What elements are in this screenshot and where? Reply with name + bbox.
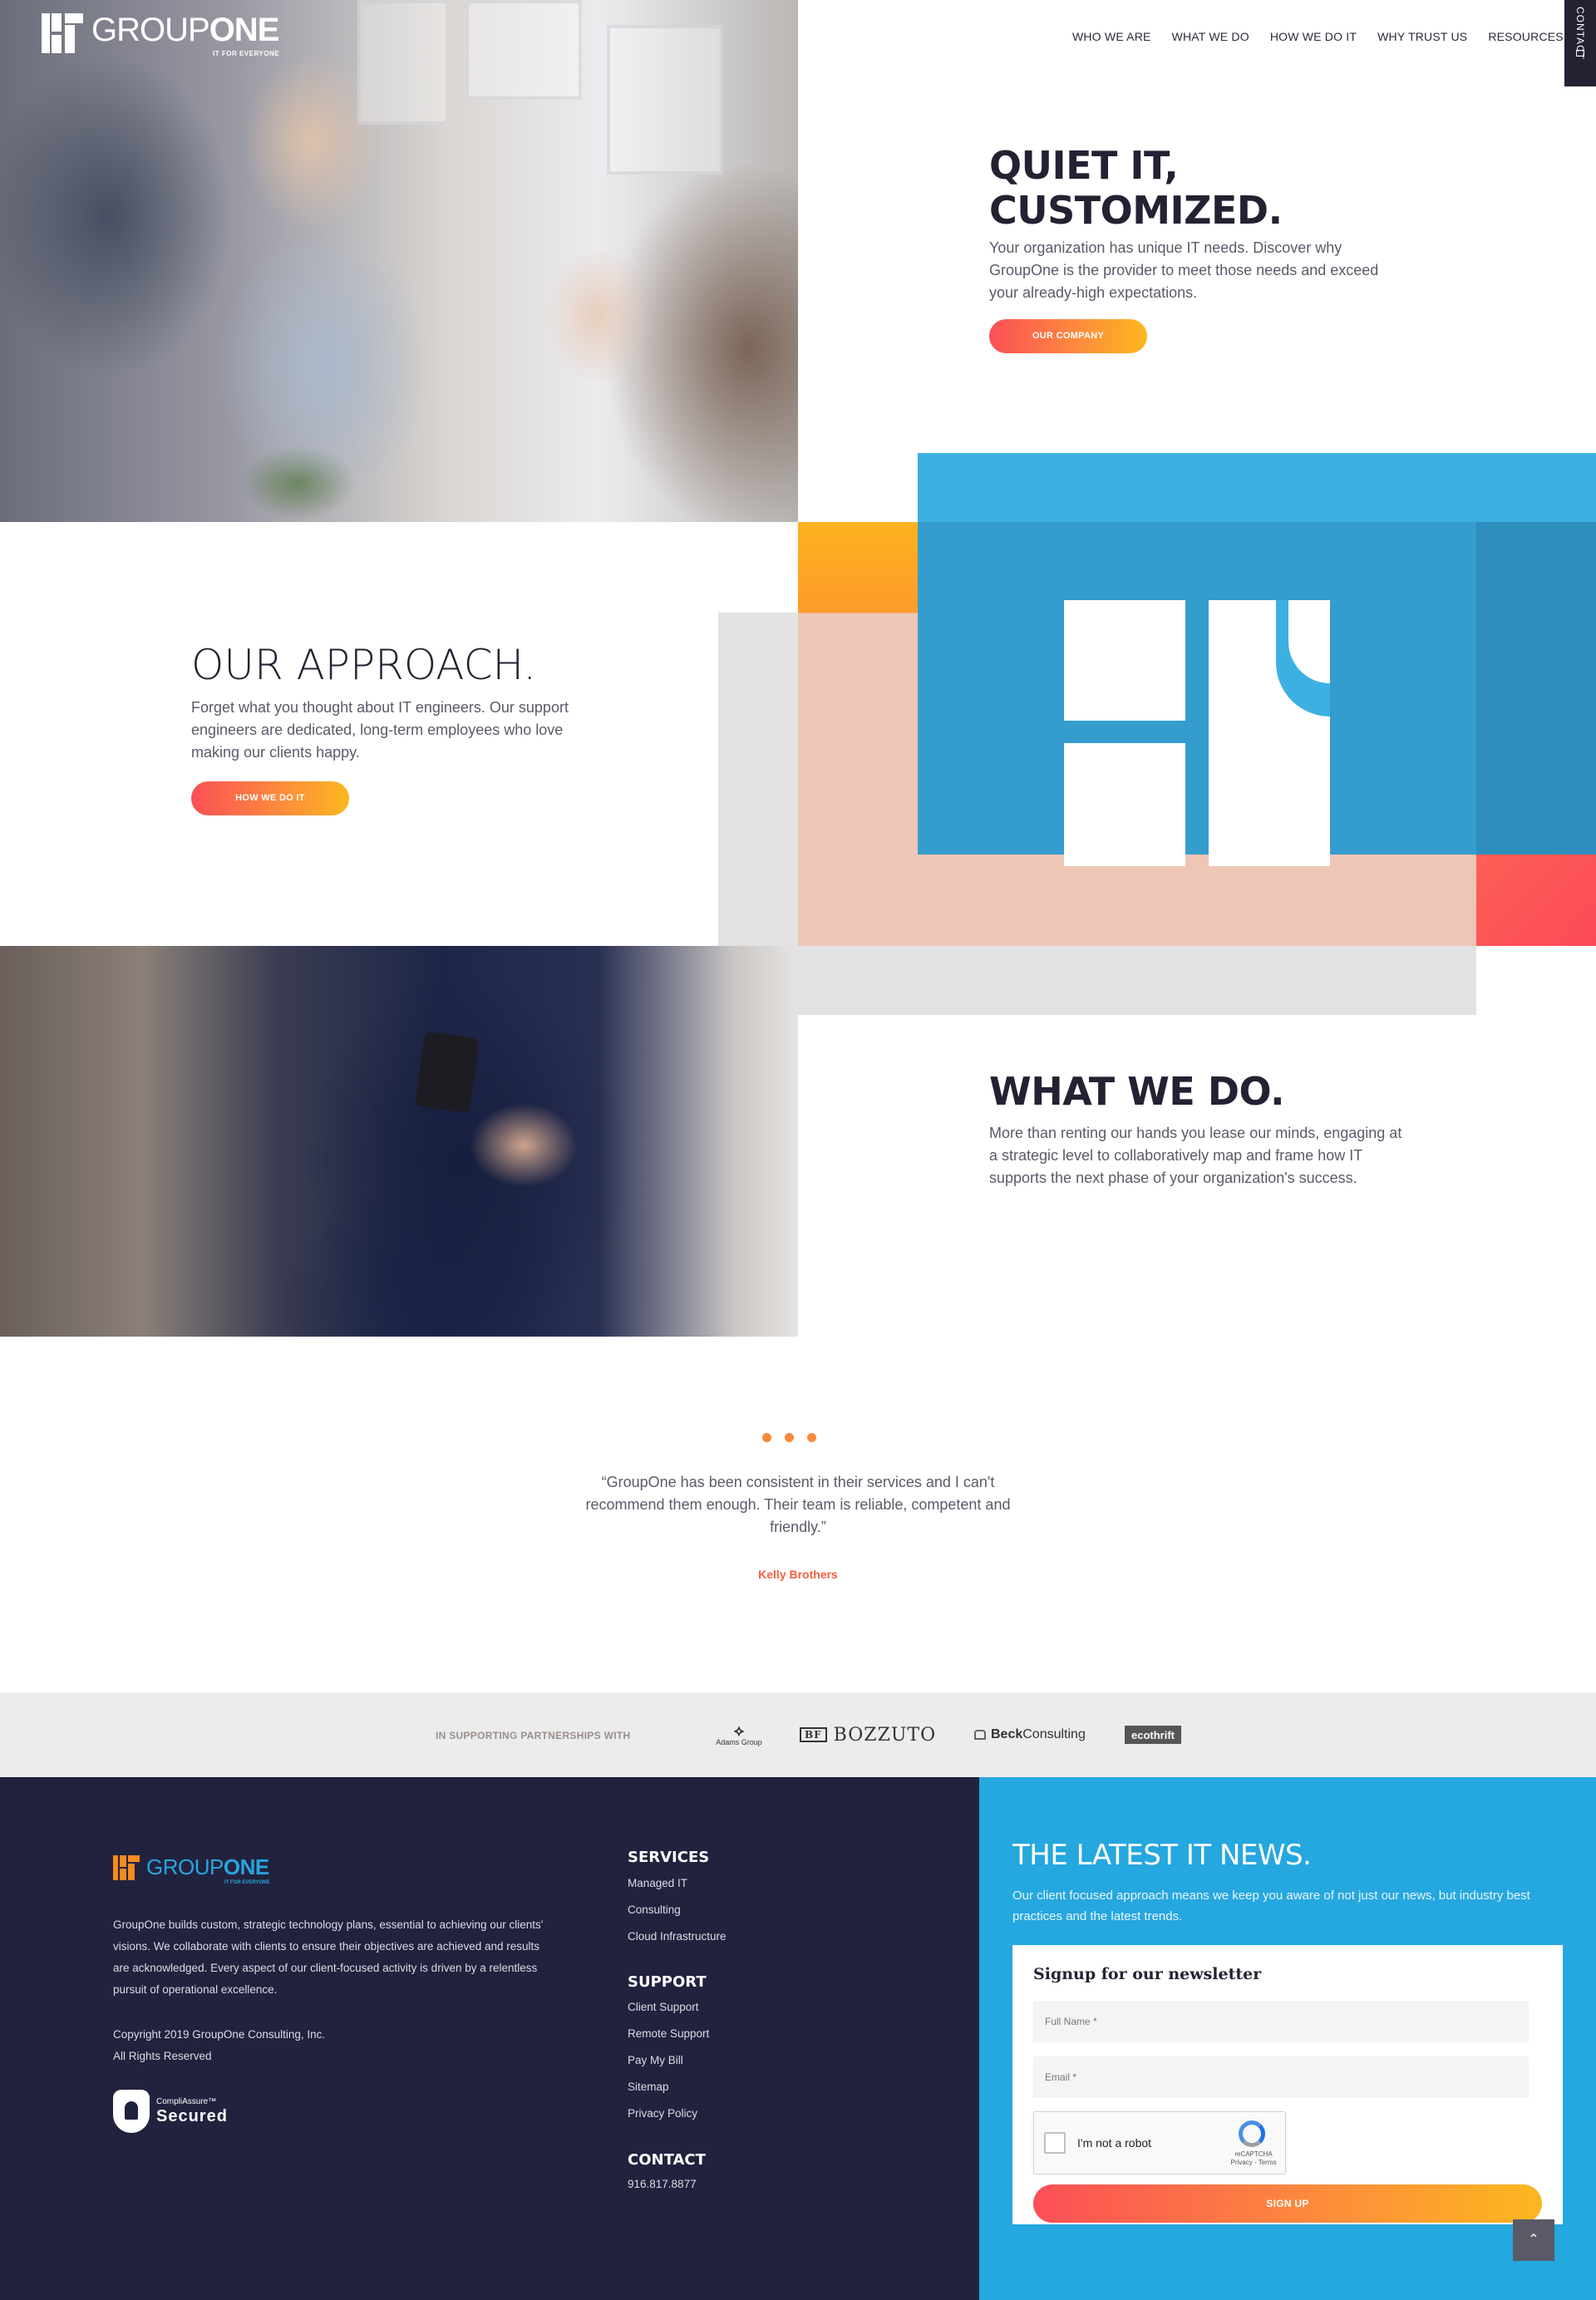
partner-logo-beck-consulting[interactable]: Beck Consulting [974, 1721, 1086, 1749]
footer-link-managed-it[interactable]: Managed IT [628, 1877, 687, 1889]
footer-phone-link[interactable]: 916.817.8877 [628, 2178, 697, 2190]
nav-item-why-trust-us[interactable]: WHY TRUST US [1377, 30, 1467, 43]
slider-dot[interactable] [807, 1433, 816, 1442]
hero-title: QUIET IT, CUSTOMIZED. [989, 143, 1283, 233]
hero-description: Your organization has unique IT needs. D… [989, 239, 1379, 301]
full-name-input[interactable] [1033, 2001, 1529, 2042]
bozzuto-name: BOZZUTO [833, 1724, 937, 1746]
scroll-to-top-icon[interactable]: ⌃ [1513, 2219, 1554, 2261]
footer-link-remote-support[interactable]: Remote Support [628, 2027, 709, 2040]
approach-title: OUR APPROACH. [191, 641, 537, 689]
recaptcha-logo-icon [1239, 2120, 1265, 2147]
nav-item-what-we-do[interactable]: WHAT WE DO [1172, 30, 1249, 43]
hero-title-line1: QUIET IT, [989, 143, 1179, 188]
footer-about-text: GroupOne builds custom, strategic techno… [113, 1918, 544, 1996]
copyright-line: Copyright 2019 GroupOne Consulting, Inc. [113, 2028, 326, 2041]
phone-in-hand-image [415, 1031, 480, 1114]
footer-copyright: Copyright 2019 GroupOne Consulting, Inc.… [113, 2024, 325, 2067]
testimonial-quote: “GroupOne has been consistent in their s… [585, 1474, 1011, 1535]
shield-keyhole-icon [113, 2090, 150, 2133]
footer-link-consulting[interactable]: Consulting [628, 1904, 681, 1916]
slider-dot[interactable] [762, 1433, 771, 1442]
footer-logo-light: GROUP [146, 1854, 224, 1879]
hero-title-line2: CUSTOMIZED. [989, 188, 1283, 233]
newsletter-section-text: Our client focused approach means we kee… [1012, 1889, 1530, 1923]
how-we-do-it-button[interactable]: HOW WE DO IT [191, 781, 349, 815]
testimonial-slider-dots [762, 1433, 816, 1442]
partner-logo-ecothrift[interactable]: ecothrift [1125, 1726, 1181, 1744]
nav-item-resources[interactable]: RESOURCES [1488, 30, 1563, 43]
recaptcha-widget: I'm not a robot reCAPTCHA Privacy - Term… [1033, 2111, 1286, 2174]
beck-house-icon [974, 1730, 986, 1740]
recaptcha-footer: reCAPTCHA Privacy - Terms [1229, 2150, 1278, 2167]
nav-item-who-we-are[interactable]: WHO WE ARE [1072, 30, 1151, 43]
what-we-do-description: More than renting our hands you lease ou… [989, 1125, 1402, 1186]
ecothrift-name: ecothrift [1131, 1728, 1175, 1741]
nav-item-how-we-do-it[interactable]: HOW WE DO IT [1270, 30, 1357, 43]
logo-tagline: IT FOR EVERYONE [213, 50, 280, 57]
footer-services-heading: SERVICES [628, 1849, 710, 1866]
recaptcha-checkbox[interactable] [1044, 2132, 1066, 2154]
logo-word-bold: ONE [209, 12, 280, 48]
footer-link-sitemap[interactable]: Sitemap [628, 2081, 669, 2093]
compliassure-secured-badge[interactable]: CompliAssure™ Secured [113, 2090, 228, 2133]
sign-up-button[interactable]: SIGN UP [1033, 2184, 1542, 2223]
partner-logo-bozzuto[interactable]: BF BOZZUTO [800, 1721, 936, 1749]
footer-logo-bold: ONE [223, 1854, 269, 1879]
logo-word-light: GROUP [91, 12, 210, 48]
graphic-block-blue-shade-right [1476, 522, 1596, 854]
footer-groupone-logo-icon[interactable] [113, 1855, 140, 1880]
slider-dot[interactable] [785, 1433, 794, 1442]
email-input[interactable] [1033, 2056, 1529, 2098]
adams-group-mark: ⟡ [734, 1722, 744, 1739]
badge-top-text: CompliAssure™ [156, 2097, 217, 2106]
logo-wordmark[interactable]: GROUPONE [91, 12, 280, 48]
recaptcha-label: I'm not a robot [1077, 2136, 1152, 2150]
partners-strip [0, 1692, 1596, 1777]
graphic-block-red [1476, 854, 1596, 946]
our-company-button[interactable]: OUR COMPANY [989, 319, 1147, 353]
envelope-icon [1576, 50, 1584, 57]
recaptcha-brand: reCAPTCHA [1234, 2150, 1273, 2158]
rights-line: All Rights Reserved [113, 2050, 212, 2062]
partners-label: IN SUPPORTING PARTNERSHIPS WITH [436, 1730, 631, 1741]
footer-link-cloud-infrastructure[interactable]: Cloud Infrastructure [628, 1930, 727, 1943]
footer-link-client-support[interactable]: Client Support [628, 2001, 699, 2013]
beck-name-bold: Beck [991, 1727, 1023, 1741]
groupone-logo-icon[interactable] [42, 13, 85, 53]
approach-description: Forget what you thought about IT enginee… [191, 699, 569, 761]
beck-name-rest: Consulting [1022, 1727, 1086, 1741]
graphic-block-yellow [798, 522, 918, 613]
bozzuto-mark: BF [800, 1727, 827, 1742]
newsletter-form-title: Signup for our newsletter [1033, 1965, 1262, 1983]
large-groupone-mark-icon [1064, 600, 1330, 866]
footer-link-privacy-policy[interactable]: Privacy Policy [628, 2107, 697, 2120]
hero-photo-office-meeting [0, 0, 798, 522]
contact-side-tab[interactable]: CONTACT [1564, 0, 1596, 86]
footer-support-heading: SUPPORT [628, 1973, 707, 1991]
photo-man-with-phone [0, 946, 798, 1337]
footer-contact-heading: CONTACT [628, 2151, 706, 2169]
partner-logo-adams-group[interactable]: ⟡ Adams Group [711, 1721, 767, 1749]
footer-logo-tagline: IT FOR EVERYONE [224, 1880, 270, 1885]
footer-logo-wordmark[interactable]: GROUPONE [146, 1854, 269, 1880]
badge-main-text: Secured [156, 2107, 228, 2125]
what-we-do-title: WHAT WE DO. [989, 1069, 1285, 1114]
footer-link-pay-my-bill[interactable]: Pay My Bill [628, 2054, 683, 2066]
adams-group-name: Adams Group [716, 1738, 762, 1746]
recaptcha-links[interactable]: Privacy - Terms [1229, 2159, 1278, 2167]
testimonial-author: Kelly Brothers [758, 1568, 838, 1581]
main-nav: WHO WE ARE WHAT WE DO HOW WE DO IT WHY T… [1072, 30, 1564, 43]
newsletter-section-title: THE LATEST IT NEWS. [1012, 1839, 1312, 1872]
